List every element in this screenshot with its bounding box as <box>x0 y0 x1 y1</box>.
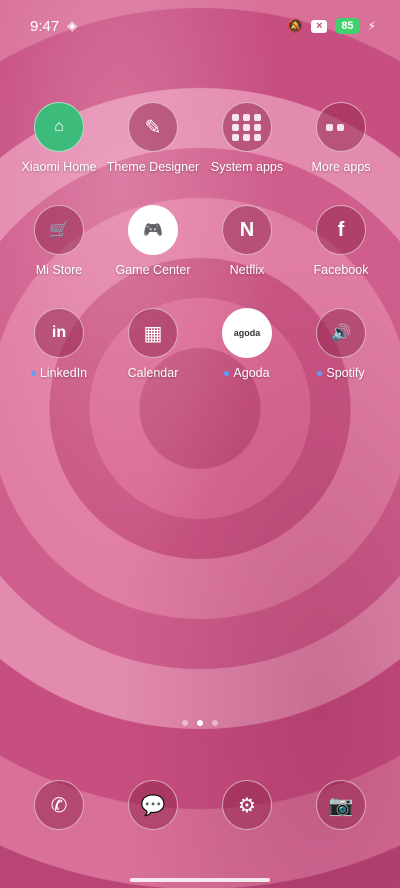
clock: 9:47 <box>30 17 60 35</box>
charging-icon: ⚡ <box>367 19 376 33</box>
agoda-label: Agoda <box>233 366 270 380</box>
calendar-icon[interactable]: ▦ <box>128 308 178 358</box>
dock-settings[interactable]: ⚙ <box>200 780 294 830</box>
battery-level: 85 <box>335 18 360 34</box>
linkedin-label: LinkedIn <box>39 366 88 380</box>
app-theme-designer[interactable]: ✎ Theme Designer <box>106 102 200 184</box>
theme-designer-icon[interactable]: ✎ <box>128 102 178 152</box>
game-center-icon[interactable]: 🎮 <box>128 205 178 255</box>
agoda-icon[interactable]: agoda <box>222 308 272 358</box>
page-indicator <box>0 720 400 726</box>
dock-camera[interactable]: 📷 <box>294 780 388 830</box>
app-spotify[interactable]: 🔊 Spotify <box>294 308 388 390</box>
app-mi-store[interactable]: 🛒 Mi Store <box>12 205 106 287</box>
calendar-label: Calendar <box>127 366 179 380</box>
system-apps-icon[interactable] <box>222 102 272 152</box>
app-linkedin[interactable]: in LinkedIn <box>12 308 106 390</box>
new-install-dot <box>224 370 230 376</box>
system-apps-label: System apps <box>210 160 284 174</box>
spotify-icon[interactable]: 🔊 <box>316 308 366 358</box>
netflix-label: Netflix <box>229 263 265 277</box>
app-system-apps[interactable]: System apps <box>200 102 294 184</box>
app-facebook[interactable]: f Facebook <box>294 205 388 287</box>
game-center-label: Game Center <box>115 263 191 277</box>
close-notification-icon: × <box>311 19 328 33</box>
xiaomi-home-label: Xiaomi Home <box>21 160 97 174</box>
phone-icon[interactable]: ✆ <box>34 780 84 830</box>
netflix-icon[interactable]: N <box>222 205 272 255</box>
new-install-dot <box>317 370 323 376</box>
app-game-center[interactable]: 🎮 Game Center <box>106 205 200 287</box>
mute-icon: 🔕 <box>287 18 304 33</box>
settings-icon[interactable]: ⚙ <box>222 780 272 830</box>
mi-store-icon[interactable]: 🛒 <box>34 205 84 255</box>
app-grid: ⌂ Xiaomi Home ✎ Theme Designer System apps Mo… <box>0 102 400 390</box>
vpn-icon: ◈ <box>67 18 78 33</box>
new-install-dot <box>30 370 36 376</box>
app-netflix[interactable]: N Netflix <box>200 205 294 287</box>
camera-icon[interactable]: 📷 <box>316 780 366 830</box>
messages-icon[interactable]: 💬 <box>128 780 178 830</box>
more-apps-icon[interactable] <box>316 102 366 152</box>
mi-store-label: Mi Store <box>35 263 83 277</box>
app-agoda[interactable]: agoda Agoda <box>200 308 294 390</box>
linkedin-icon[interactable]: in <box>34 308 84 358</box>
theme-designer-label: Theme Designer <box>106 160 200 174</box>
page-dot[interactable] <box>197 720 203 726</box>
dock-messages[interactable]: 💬 <box>106 780 200 830</box>
app-xiaomi-home[interactable]: ⌂ Xiaomi Home <box>12 102 106 184</box>
more-apps-label: More apps <box>311 160 371 174</box>
facebook-label: Facebook <box>313 263 369 277</box>
dock-phone[interactable]: ✆ <box>12 780 106 830</box>
app-more-apps[interactable]: More apps <box>294 102 388 184</box>
dock: ✆ 💬 ⚙ 📷 <box>0 780 400 830</box>
home-indicator[interactable] <box>130 878 270 882</box>
spotify-label: Spotify <box>326 366 365 380</box>
xiaomi-home-icon[interactable]: ⌂ <box>34 102 84 152</box>
app-calendar[interactable]: ▦ Calendar <box>106 308 200 390</box>
page-dot[interactable] <box>182 720 188 726</box>
page-dot[interactable] <box>212 720 218 726</box>
facebook-icon[interactable]: f <box>316 205 366 255</box>
status-bar: 9:47 ◈ 🔕 × 85 ⚡ <box>0 0 400 52</box>
